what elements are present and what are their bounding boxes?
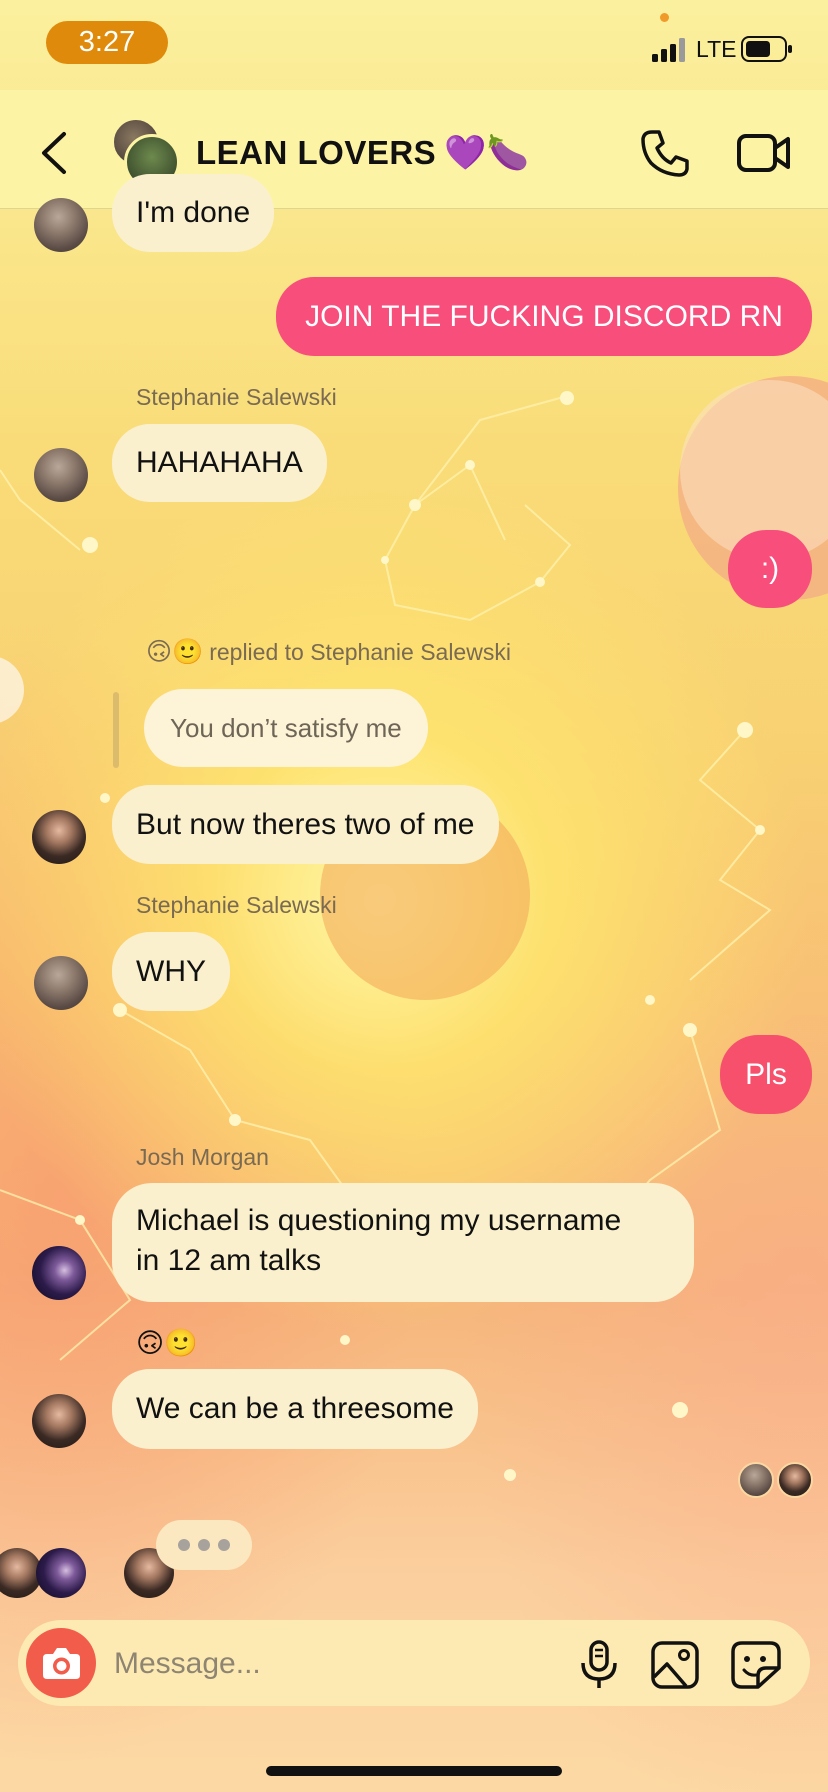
status-bar: 3:27 LTE [0, 0, 828, 90]
message-bubble[interactable]: Michael is questioning my username in 12… [112, 1183, 694, 1302]
sender-avatar-stephanie[interactable] [34, 448, 88, 502]
camera-button[interactable] [26, 1628, 96, 1698]
sender-avatar[interactable] [32, 1394, 86, 1448]
reply-note-text: replied to Stephanie Salewski [209, 638, 511, 665]
message-bubble[interactable]: WHY [112, 932, 230, 1011]
sender-name: Josh Morgan [136, 1144, 269, 1170]
phone-icon[interactable] [640, 128, 690, 178]
typing-dot [198, 1539, 210, 1551]
quoted-message[interactable]: You don’t satisfy me [144, 689, 428, 767]
chat-title: LEAN LOVERS [196, 134, 437, 171]
read-receipt-avatar [777, 1462, 813, 1498]
chat-title-emojis: 💜🍆 [444, 133, 529, 173]
message-bubble[interactable]: We can be a threesome [112, 1369, 478, 1449]
privacy-indicator-dot [660, 13, 669, 22]
sender-name: Stephanie Salewski [136, 892, 337, 918]
reply-indicator: 🙃🙂 replied to Stephanie Salewski [146, 637, 511, 667]
chat-title-row[interactable]: LEAN LOVERS 💜🍆 [196, 130, 529, 176]
signal-strength-icon [652, 38, 685, 62]
message-bubble-outgoing[interactable]: JOIN THE FUCKING DISCORD RN [276, 277, 812, 356]
message-bubble-outgoing[interactable]: :) [728, 530, 812, 608]
home-indicator[interactable] [266, 1766, 562, 1776]
battery-icon [741, 36, 792, 62]
sender-avatar-stephanie[interactable] [34, 956, 88, 1010]
background-artwork [0, 376, 828, 1481]
message-bubble[interactable]: HAHAHAHA [112, 424, 327, 502]
message-reactions[interactable]: 🙃🙂 [136, 1327, 198, 1359]
typing-avatar [36, 1548, 86, 1598]
sender-avatar[interactable] [32, 810, 86, 864]
back-chevron-icon[interactable] [36, 130, 72, 176]
camera-icon [43, 1648, 80, 1679]
sender-avatar-stephanie[interactable] [34, 198, 88, 252]
sticker-icon[interactable] [730, 1640, 782, 1690]
microphone-icon[interactable] [578, 1639, 620, 1691]
image-icon[interactable] [650, 1640, 700, 1690]
reply-bar [113, 692, 119, 768]
typing-indicator [156, 1520, 252, 1570]
status-time: 3:27 [46, 21, 168, 64]
message-input[interactable] [112, 1638, 456, 1690]
message-bubble[interactable]: But now theres two of me [112, 785, 499, 864]
sender-avatar-josh[interactable] [32, 1246, 86, 1300]
message-line: in 12 am talks [136, 1244, 322, 1277]
network-type: LTE [696, 36, 737, 62]
message-bubble[interactable]: I'm done [112, 174, 275, 252]
typing-dot [218, 1539, 230, 1551]
message-bubble-outgoing[interactable]: Pls [720, 1035, 812, 1114]
read-receipt-avatar [738, 1462, 774, 1498]
message-line: Michael is questioning my username [136, 1204, 622, 1237]
chat-screen: 3:27 LTE LEAN LOVERS 💜🍆 I'm done JOIN TH… [0, 0, 828, 1792]
sender-name: Stephanie Salewski [136, 384, 337, 410]
message-composer [18, 1620, 810, 1706]
typing-dot [178, 1539, 190, 1551]
reply-emojis: 🙃🙂 [146, 637, 204, 666]
video-camera-icon[interactable] [737, 130, 791, 176]
